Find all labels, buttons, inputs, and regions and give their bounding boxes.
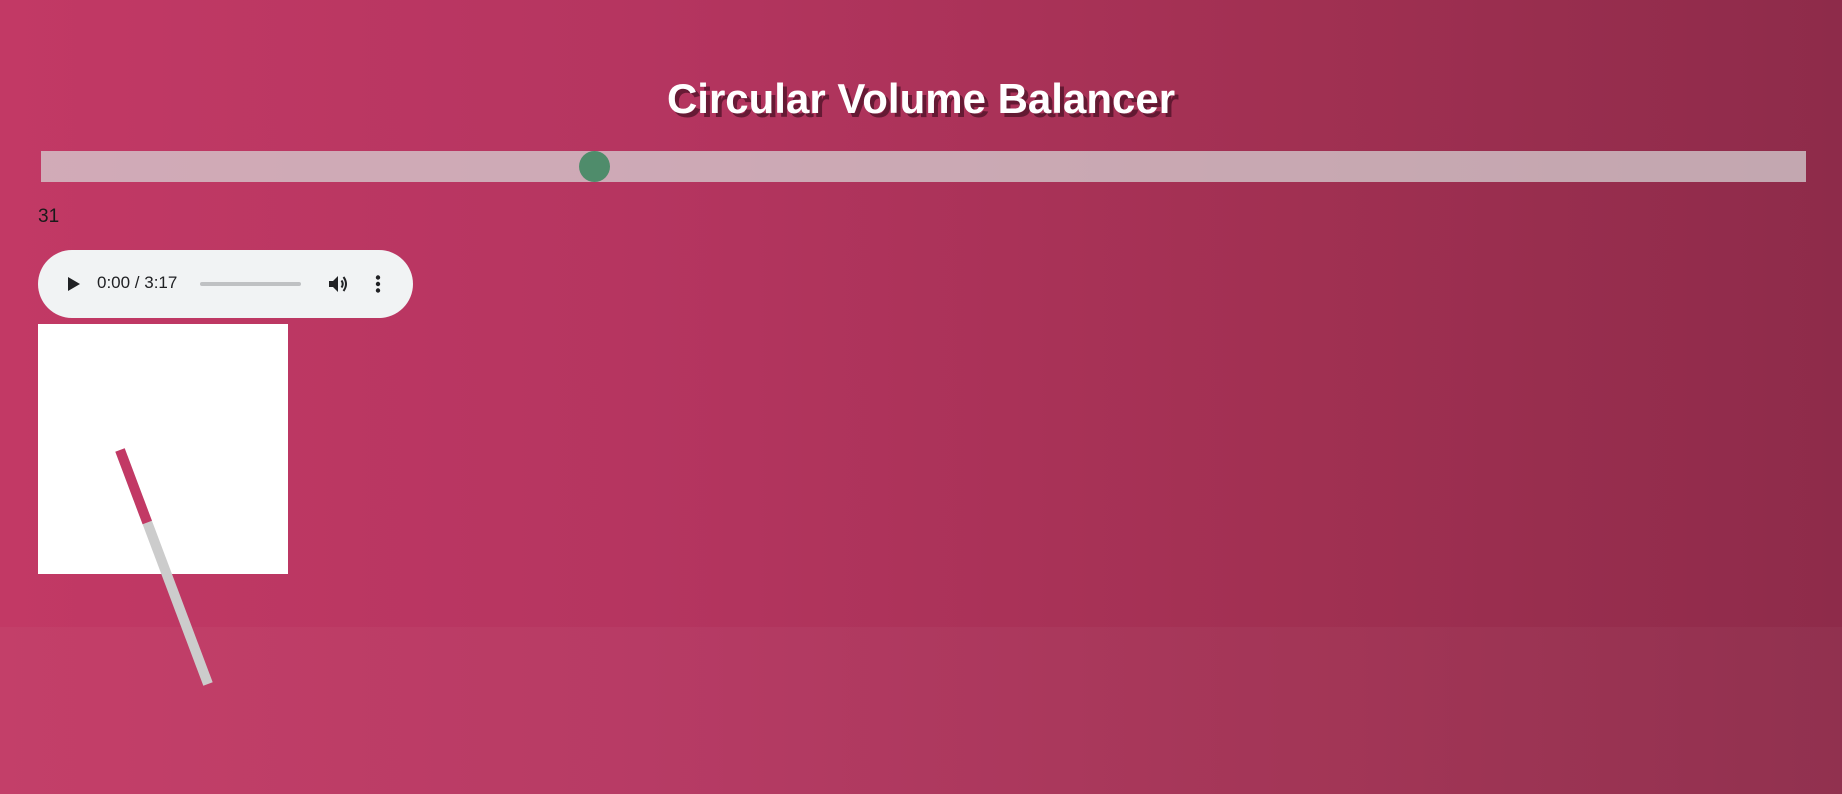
page-lower-band — [0, 627, 1842, 794]
volume-value: 31 — [38, 206, 60, 227]
play-icon — [68, 277, 80, 291]
mute-button[interactable] — [327, 272, 351, 296]
volume-canvas[interactable] — [38, 324, 288, 574]
audio-player[interactable]: 0:00 / 3:17 — [38, 250, 413, 318]
volume-icon — [329, 276, 347, 292]
more-vert-icon — [375, 275, 381, 293]
audio-time: 0:00 / 3:17 — [97, 273, 178, 292]
volume-slider-thumb[interactable] — [578, 151, 610, 182]
page-title: Circular Volume Balancer — [666, 75, 1176, 122]
volume-slider[interactable] — [41, 151, 1806, 182]
audio-progress-bar[interactable] — [200, 282, 301, 286]
play-button[interactable] — [62, 272, 86, 296]
more-options-button[interactable] — [368, 272, 388, 296]
